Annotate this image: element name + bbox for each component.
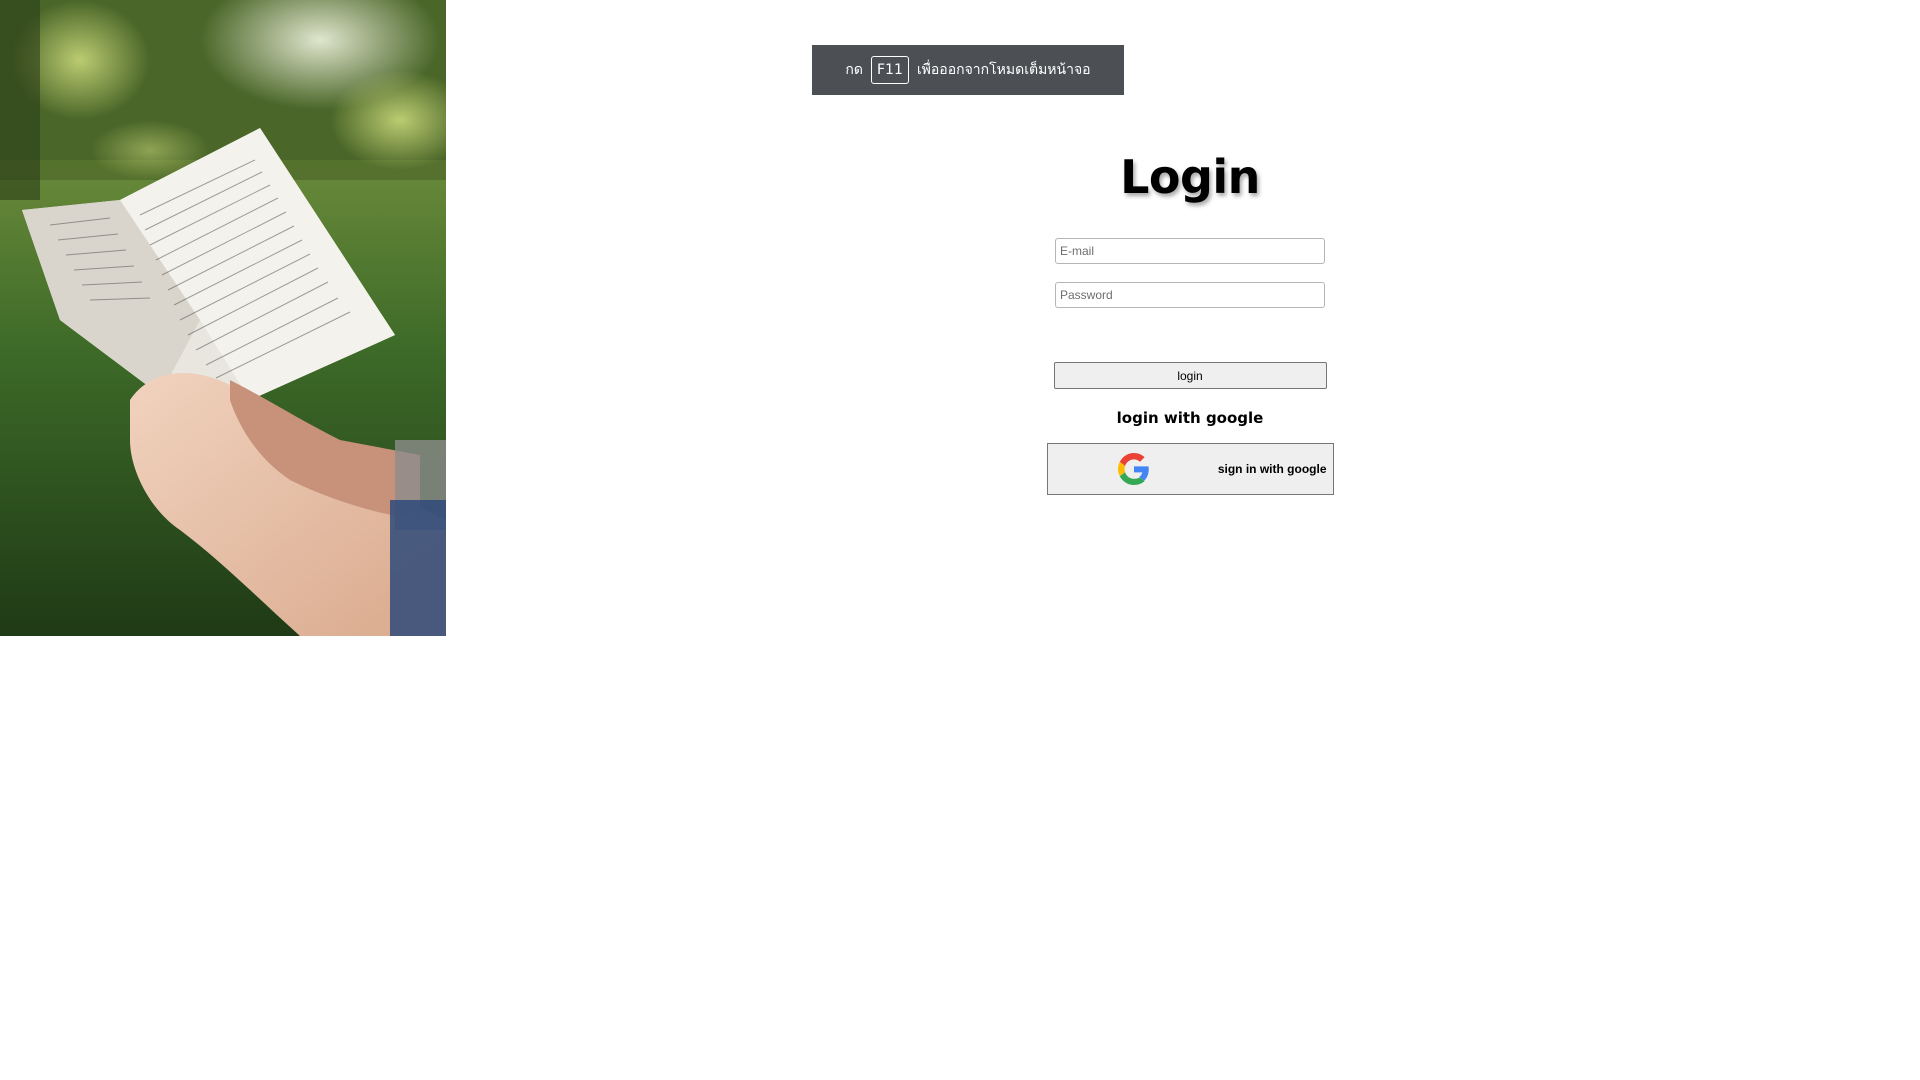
google-login-caption: login with google [1116, 409, 1264, 427]
google-icon [1117, 453, 1149, 485]
f11-key-badge: F11 [871, 56, 909, 84]
login-button[interactable]: login [1053, 362, 1327, 389]
fullscreen-hint-suffix: เพื่อออกจากโหมดเต็มหน้าจอ [916, 62, 1091, 78]
google-sign-in-button[interactable]: sign in with google [1046, 443, 1334, 495]
fullscreen-hint-prefix: กด [845, 62, 863, 78]
hero-image [0, 0, 446, 636]
fullscreen-hint-banner: กด F11 เพื่อออกจากโหมดเต็มหน้าจอ [812, 45, 1124, 95]
reading-book-photo [0, 0, 446, 636]
password-field[interactable] [1055, 282, 1325, 308]
google-sign-in-label: sign in with google [1217, 462, 1327, 476]
login-form: Login login login with google sign in wi… [1040, 150, 1340, 495]
page-title: Login [1120, 150, 1260, 204]
email-field[interactable] [1055, 238, 1325, 264]
